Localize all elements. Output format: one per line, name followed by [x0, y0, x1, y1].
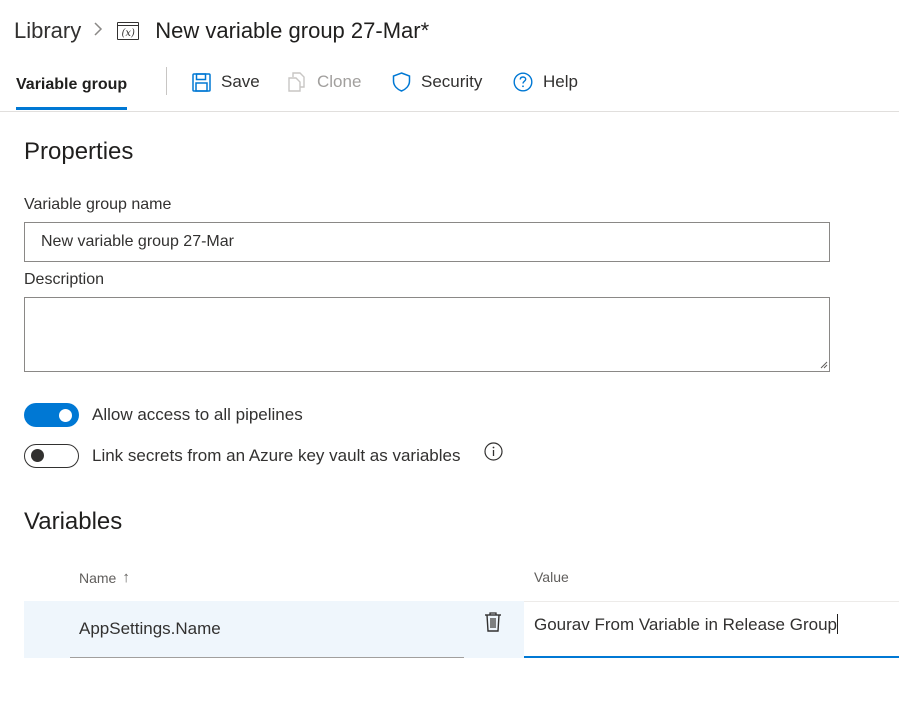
variable-group-editor: Library (x) New variable group 27-Mar* V…	[0, 0, 899, 701]
variable-name-text: AppSettings.Name	[79, 619, 221, 638]
variable-group-icon: (x)	[117, 22, 140, 40]
security-label: Security	[421, 72, 483, 91]
description-textarea[interactable]	[24, 297, 830, 372]
save-icon	[192, 72, 211, 92]
toolbar-divider	[166, 67, 167, 95]
description-label: Description	[24, 271, 105, 288]
breadcrumb-separator	[93, 21, 103, 42]
variable-value-text: Gourav From Variable in Release Group	[534, 615, 837, 634]
allow-access-row: Allow access to all pipelines	[24, 402, 303, 428]
link-secrets-toggle[interactable]	[24, 444, 79, 468]
variable-name-input[interactable]: AppSettings.Name	[70, 601, 464, 658]
help-label: Help	[543, 72, 578, 91]
variables-heading: Variables	[24, 508, 123, 535]
security-button[interactable]: Security	[392, 69, 482, 95]
shield-icon	[392, 72, 411, 92]
breadcrumb: Library (x) New variable group 27-Mar*	[14, 14, 429, 48]
variable-group-name-label: Variable group name	[24, 196, 172, 213]
text-caret	[837, 614, 838, 634]
link-secrets-label: Link secrets from an Azure key vault as …	[92, 446, 461, 465]
allow-access-toggle[interactable]	[24, 403, 79, 427]
save-button[interactable]: Save	[192, 69, 260, 95]
help-button[interactable]: Help	[513, 69, 578, 95]
properties-heading: Properties	[24, 138, 134, 165]
chevron-right-icon	[94, 21, 103, 36]
breadcrumb-library-link[interactable]: Library	[14, 18, 81, 44]
toolbar: Variable group Save Clone Security Help	[0, 60, 899, 112]
tab-variable-group[interactable]: Variable group	[16, 60, 128, 110]
sort-ascending-icon: ↑	[122, 569, 130, 586]
clone-button[interactable]: Clone	[288, 69, 361, 95]
value-column-header: Value	[534, 569, 569, 585]
toggle-knob	[59, 408, 72, 422]
clone-icon	[288, 72, 305, 92]
page-title: New variable group 27-Mar*	[155, 18, 430, 43]
save-label: Save	[221, 72, 260, 91]
link-secrets-row: Link secrets from an Azure key vault as …	[24, 443, 461, 469]
allow-access-label: Allow access to all pipelines	[92, 405, 303, 424]
name-column-header[interactable]: Name ↑	[79, 569, 130, 586]
info-icon[interactable]	[484, 442, 503, 461]
delete-variable-icon[interactable]	[483, 611, 503, 633]
clone-label: Clone	[317, 72, 362, 91]
variable-group-name-input[interactable]	[24, 222, 830, 262]
help-icon	[513, 72, 533, 92]
name-column-label: Name	[79, 569, 117, 586]
variable-value-input[interactable]: Gourav From Variable in Release Group	[524, 601, 899, 658]
toggle-knob	[31, 449, 44, 462]
resize-grip-icon[interactable]	[818, 359, 828, 369]
value-column-label: Value	[534, 569, 569, 585]
